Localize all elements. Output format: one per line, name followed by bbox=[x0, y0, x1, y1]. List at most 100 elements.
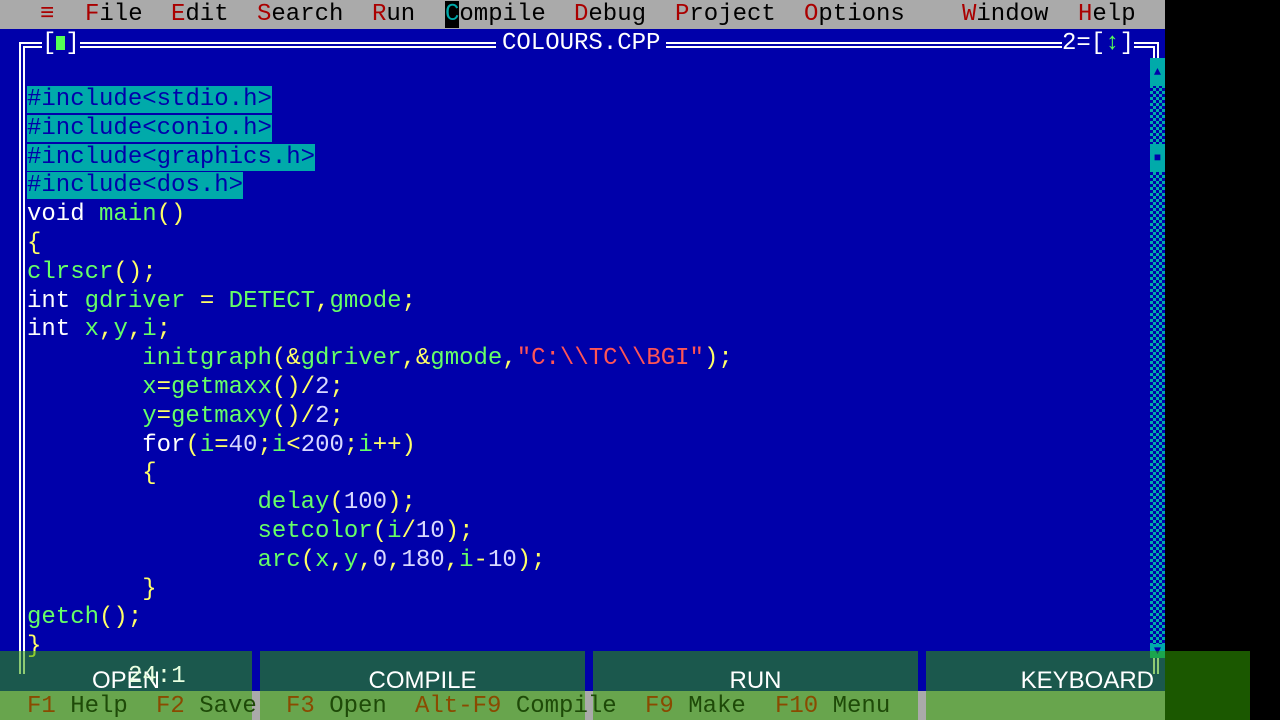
code-punctuation: , bbox=[444, 546, 460, 574]
code-line[interactable]: #include<conio.h> bbox=[27, 114, 733, 144]
code-identifier: y bbox=[142, 402, 157, 430]
code-string: "C:\\TC\\BGI" bbox=[516, 345, 704, 373]
code-line[interactable]: initgraph(&gdriver,&gmode,"C:\\TC\\BGI")… bbox=[27, 345, 733, 374]
code-editor[interactable]: #include<stdio.h> #include<conio.h> #inclu… bbox=[27, 86, 733, 662]
menu-edit[interactable]: Edit bbox=[171, 0, 229, 29]
code-punctuation: / bbox=[401, 517, 416, 545]
fkey-label: Menu bbox=[832, 693, 891, 720]
code-line[interactable]: x=getmaxx()/2; bbox=[27, 374, 733, 403]
code-punctuation: ; bbox=[329, 373, 344, 401]
scroll-up-arrow-icon[interactable]: ▲ bbox=[1150, 58, 1165, 86]
code-identifier: gdriver bbox=[84, 287, 186, 315]
code-punctuation: < bbox=[286, 431, 301, 459]
code-line[interactable]: int gdriver = DETECT,gmode; bbox=[27, 288, 733, 317]
code-identifier: i bbox=[459, 546, 474, 574]
bracket: ] bbox=[1119, 30, 1135, 57]
menu-project[interactable]: Project bbox=[675, 0, 776, 29]
menu-compile[interactable]: Compile bbox=[445, 0, 546, 29]
code-number: 10 bbox=[415, 517, 445, 545]
code-line[interactable]: for(i=40;i<200;i++) bbox=[27, 432, 733, 461]
compile-button-label: COMPILE bbox=[368, 667, 477, 694]
code-identifier: i bbox=[142, 316, 157, 344]
menu-run[interactable]: Run bbox=[372, 0, 415, 29]
menu-hotkey: D bbox=[574, 1, 589, 28]
scroll-thumb[interactable]: ■ bbox=[1150, 144, 1165, 172]
code-line[interactable]: #include<stdio.h> bbox=[27, 86, 733, 115]
menu-help[interactable]: Help bbox=[1078, 0, 1136, 29]
code-identifier: getmaxx bbox=[171, 373, 272, 401]
code-identifier: DETECT bbox=[228, 287, 316, 315]
code-punctuation: # bbox=[27, 86, 42, 113]
code-line[interactable]: } bbox=[27, 576, 733, 605]
code-punctuation: , bbox=[329, 546, 344, 574]
code-identifier: h bbox=[243, 114, 258, 142]
code-punctuation: < bbox=[142, 172, 157, 200]
menu-window[interactable]: Window bbox=[962, 0, 1048, 29]
code-line[interactable]: int x,y,i; bbox=[27, 316, 733, 345]
code-line[interactable]: delay(100); bbox=[27, 489, 733, 518]
turbo-cpp-ide: ≡ File Edit Search Run Compile Debug Pro… bbox=[0, 0, 1165, 720]
fkey-key: Alt-F9 bbox=[415, 693, 502, 720]
code-line[interactable]: { bbox=[27, 460, 733, 489]
code-punctuation: # bbox=[27, 143, 42, 171]
code-punctuation: ; bbox=[531, 546, 546, 574]
code-punctuation: ; bbox=[343, 431, 359, 459]
menu-label: dit bbox=[185, 1, 229, 28]
code-line[interactable]: arc(x,y,0,180,i-10); bbox=[27, 547, 733, 576]
code-identifier: dos bbox=[156, 172, 200, 200]
code-identifier: h bbox=[286, 143, 301, 171]
code-line[interactable]: setcolor(i/10); bbox=[27, 518, 733, 547]
code-identifier: y bbox=[343, 546, 359, 574]
code-punctuation: ) bbox=[401, 431, 416, 459]
menu-hotkey: R bbox=[372, 1, 387, 28]
zoom-icon[interactable]: ↕ bbox=[1105, 30, 1119, 57]
code-line[interactable]: void main() bbox=[27, 201, 733, 230]
menu-label: roject bbox=[689, 1, 776, 28]
vertical-scrollbar[interactable]: ▲ ■ ▼ bbox=[1150, 58, 1165, 658]
code-line[interactable]: { bbox=[27, 230, 733, 259]
menu-debug[interactable]: Debug bbox=[574, 0, 646, 29]
close-button[interactable]: [] bbox=[42, 29, 80, 58]
window-number: 2 bbox=[1062, 30, 1077, 57]
code-line[interactable]: getch(); bbox=[27, 604, 733, 633]
code-punctuation: ; bbox=[718, 345, 733, 373]
code-punctuation: ; bbox=[257, 431, 272, 459]
code-punctuation: = bbox=[156, 373, 172, 401]
menu-file[interactable]: File bbox=[85, 0, 143, 29]
code-punctuation: ) bbox=[286, 373, 301, 401]
menu-label: ptions bbox=[818, 1, 905, 28]
code-number: 40 bbox=[228, 431, 258, 459]
code-punctuation: ; bbox=[329, 402, 344, 430]
code-punctuation: ; bbox=[401, 287, 416, 315]
code-punctuation: , bbox=[99, 316, 114, 344]
code-punctuation: , bbox=[502, 345, 517, 373]
cursor-position: 24:1 bbox=[128, 663, 186, 690]
code-line[interactable]: #include<graphics.h> bbox=[27, 143, 733, 173]
code-identifier: x bbox=[315, 546, 330, 574]
function-key-bar: F1 Help F2 Save F3 Open Alt-F9 Compile F… bbox=[0, 691, 1165, 720]
fkey-compile[interactable]: Alt-F9 Compile bbox=[415, 693, 617, 720]
fkey-save[interactable]: F2 Save bbox=[156, 693, 257, 720]
code-line[interactable]: y=getmaxy()/2; bbox=[27, 403, 733, 432]
code-identifier: gmode bbox=[430, 345, 503, 373]
fkey-help[interactable]: F1 Help bbox=[27, 693, 128, 720]
fkey-open[interactable]: F3 Open bbox=[286, 693, 387, 720]
code-line[interactable]: #include<dos.h> bbox=[27, 172, 733, 201]
menu-options[interactable]: Options bbox=[804, 0, 905, 29]
menu-bar: ≡ File Edit Search Run Compile Debug Pro… bbox=[0, 0, 1165, 29]
fkey-menu[interactable]: F10 Menu bbox=[775, 693, 890, 720]
code-identifier: setcolor bbox=[257, 517, 373, 545]
code-punctuation: . bbox=[228, 86, 244, 113]
code-identifier: x bbox=[84, 316, 100, 344]
fkey-make[interactable]: F9 Make bbox=[645, 693, 746, 720]
code-line[interactable]: clrscr(); bbox=[27, 259, 733, 288]
menu-search[interactable]: Search bbox=[257, 0, 343, 29]
code-keyword: void bbox=[27, 201, 85, 229]
menu-label: earch bbox=[271, 1, 344, 28]
system-menu[interactable]: ≡ bbox=[40, 0, 54, 29]
code-punctuation: + bbox=[387, 431, 402, 459]
